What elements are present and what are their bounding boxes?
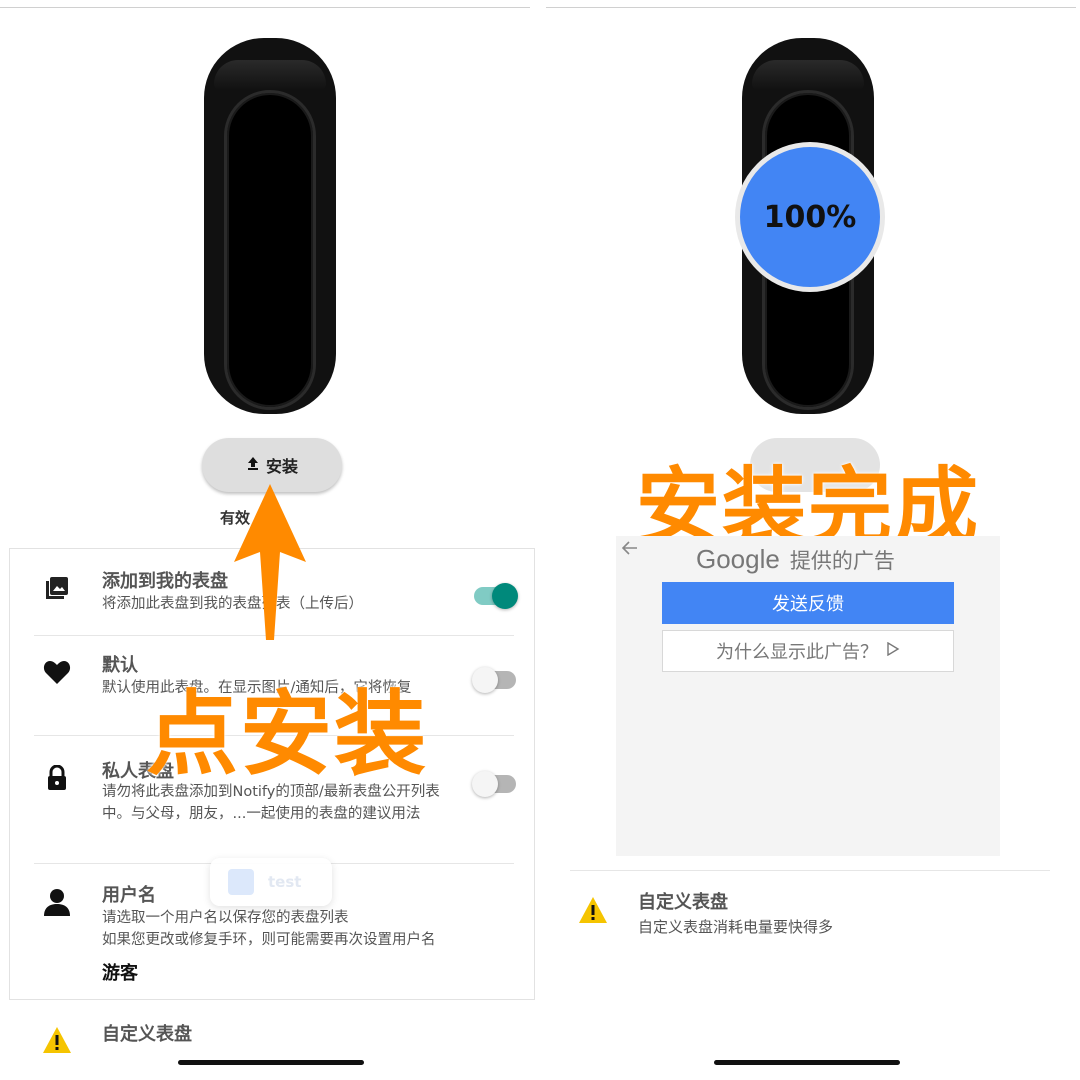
- band-shine: [214, 60, 326, 90]
- default-toggle[interactable]: [472, 667, 516, 693]
- ad-provided-label: 提供的广告: [789, 549, 895, 573]
- private-toggle[interactable]: [472, 771, 516, 797]
- custom-face-desc: 自定义表盘消耗电量要快得多: [638, 918, 834, 936]
- person-icon: [42, 887, 72, 917]
- toggle-knob: [472, 771, 498, 797]
- custom-face-title: 自定义表盘: [102, 1024, 192, 1045]
- setting-title: 默认: [102, 655, 138, 676]
- setting-desc: 请选取一个用户名以保存您的表盘列表 如果您更改或修复手环，则可能需要再次设置用户…: [102, 910, 436, 948]
- chip-label: test: [268, 873, 302, 891]
- setting-title: 添加到我的表盘: [102, 571, 228, 592]
- band-screen: [224, 90, 316, 410]
- warning-icon: [578, 896, 608, 928]
- top-divider: [0, 7, 530, 8]
- why-this-ad-button[interactable]: 为什么显示此广告？: [662, 630, 954, 672]
- left-screenshot: 安装 有效 添加到我的表盘 将添加此表盘到我的表盘列表（上传后） 默认 默认使用…: [0, 0, 540, 1080]
- gallery-icon: [42, 573, 72, 603]
- send-feedback-button[interactable]: 发送反馈: [662, 582, 954, 624]
- home-indicator: [714, 1060, 900, 1065]
- adchoices-icon: [886, 641, 900, 660]
- why-this-ad-label: 为什么显示此广告？: [716, 642, 878, 663]
- lock-icon: [42, 763, 72, 793]
- heart-icon: [42, 657, 72, 687]
- row-divider: [570, 870, 1050, 871]
- arrow-up-icon: [234, 484, 306, 640]
- right-screenshot: 100% 安装完成 Google 提供的广告 发送反馈 为什么显示此广告？ 自定…: [540, 0, 1080, 1080]
- add-toggle[interactable]: [474, 583, 518, 609]
- home-indicator: [178, 1060, 364, 1065]
- toggle-knob: [492, 583, 518, 609]
- ad-panel: Google 提供的广告 发送反馈 为什么显示此广告？: [616, 536, 1000, 856]
- floating-test-chip: test: [210, 858, 332, 906]
- chip-icon: [228, 869, 254, 895]
- top-divider: [546, 7, 1076, 8]
- install-label: 安装: [265, 457, 298, 476]
- overlay-tap-install: 点安装: [146, 681, 429, 788]
- warning-icon: [42, 1026, 72, 1058]
- upload-icon: [246, 456, 260, 474]
- band-preview: [204, 38, 336, 414]
- band-shine: [752, 60, 864, 90]
- username-value: 游客: [102, 963, 138, 984]
- progress-circle: 100%: [735, 142, 885, 292]
- back-arrow-icon[interactable]: [621, 540, 638, 559]
- setting-title: 用户名: [102, 885, 156, 906]
- toggle-knob: [472, 667, 498, 693]
- ad-header: Google 提供的广告: [696, 544, 895, 575]
- custom-face-title: 自定义表盘: [638, 892, 728, 913]
- google-logo: Google: [696, 544, 780, 574]
